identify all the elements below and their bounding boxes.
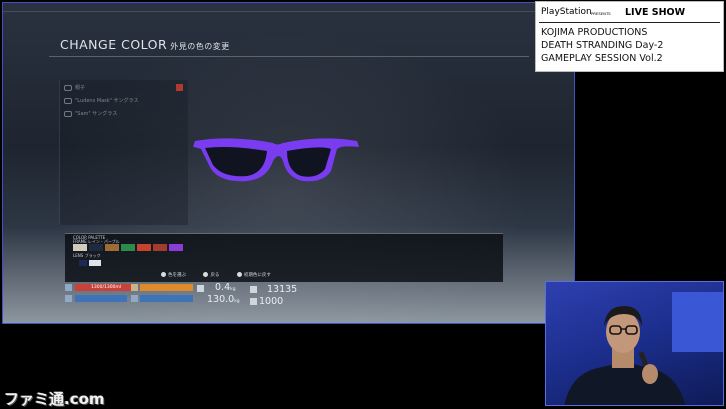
swatch[interactable] xyxy=(89,244,103,251)
count-value-1: 13135 xyxy=(267,284,298,295)
swatch[interactable] xyxy=(169,244,183,251)
item-list-panel: 帽子 "Ludens Mask" サングラス "Sam" サングラス xyxy=(59,80,188,225)
gear-icon xyxy=(131,295,138,302)
stream-title-panel: PlayStation PRESENTS LIVE SHOW KOJIMA PR… xyxy=(535,1,724,72)
famitsu-watermark: ファミ通.com xyxy=(4,390,105,408)
sunglasses-model xyxy=(193,138,359,182)
presenter-figure xyxy=(564,306,686,405)
lens-label: LENS ブラック xyxy=(73,253,101,258)
gear-bar xyxy=(140,295,193,302)
lens-swatch-dark[interactable] xyxy=(79,260,87,266)
lens-swatch-light[interactable] xyxy=(89,260,101,266)
presenter-camera xyxy=(545,281,724,406)
item-icon xyxy=(64,97,72,104)
swatch[interactable] xyxy=(73,244,87,251)
hint-reset: 初期色に戻す xyxy=(236,272,279,278)
list-item[interactable]: 帽子 xyxy=(64,83,85,93)
swatch[interactable] xyxy=(137,244,151,251)
stream-title-line-3: GAMEPLAY SESSION Vol.2 xyxy=(541,53,663,64)
live-show-logo: LIVE SHOW xyxy=(625,7,686,18)
game-screen: CHANGE COLOR 外見の色の変更 帽子 "Ludens Mask" サング… xyxy=(2,2,575,324)
list-item[interactable]: "Sam" サングラス xyxy=(64,109,117,119)
page-title: CHANGE COLOR 外見の色の変更 xyxy=(60,37,230,52)
panel-divider xyxy=(539,22,720,23)
item-icon xyxy=(64,110,72,117)
cross-button-icon xyxy=(203,272,209,277)
hint-back: 戻る xyxy=(203,272,227,278)
weight-icon xyxy=(197,285,204,292)
package-icon xyxy=(250,298,257,305)
swatch[interactable] xyxy=(121,244,135,251)
button-hints: 色を選ぶ 戻る 初期色に戻す xyxy=(161,272,287,278)
health-icon xyxy=(65,284,72,291)
health-text: 1300/1300ml xyxy=(91,285,122,290)
presents-label: PRESENTS xyxy=(591,11,611,16)
selection-marker xyxy=(176,84,183,91)
boots-icon xyxy=(65,295,72,302)
stream-title-line-2: DEATH STRANDING Day-2 xyxy=(541,40,664,51)
title-en: CHANGE COLOR xyxy=(60,37,168,52)
stamina-icon xyxy=(131,284,138,291)
swatch[interactable] xyxy=(153,244,167,251)
title-jp: 外見の色の変更 xyxy=(170,42,230,51)
playstation-logo: PlayStation xyxy=(541,7,592,17)
stream-title-line-1: KOJIMA PRODUCTIONS xyxy=(541,27,648,38)
list-item[interactable]: "Ludens Mask" サングラス xyxy=(64,96,138,106)
bag-icon xyxy=(250,286,257,293)
hint-select: 色を選ぶ xyxy=(161,272,194,278)
hud-top-line xyxy=(3,11,574,12)
count-value-2: 1000 xyxy=(259,296,284,307)
title-divider xyxy=(49,56,529,57)
item-icon xyxy=(64,84,72,91)
swatch[interactable] xyxy=(105,244,119,251)
circle-button-icon xyxy=(236,272,242,277)
boots-bar xyxy=(75,295,127,302)
total-weight-value: 130.0kg xyxy=(207,294,240,305)
weight-value: 0.4kg xyxy=(215,282,236,293)
stamina-bar xyxy=(140,284,193,291)
triangle-button-icon xyxy=(161,272,166,277)
